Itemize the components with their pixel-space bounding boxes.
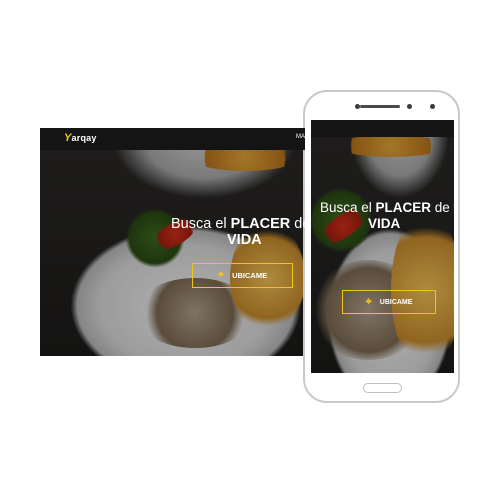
hero-heading: Busca el PLACER de tu bbox=[320, 200, 454, 215]
ubicame-label: UBICAME bbox=[379, 298, 413, 306]
mobile-navbar bbox=[311, 120, 454, 137]
crosshair-target-icon: ⌖ bbox=[365, 295, 372, 308]
phone-frame: Busca el PLACER de tu VIDA ⌖ UBICAME bbox=[303, 90, 460, 403]
brand-logo[interactable]: Yarqay bbox=[64, 132, 97, 144]
ubicame-label: UBICAME bbox=[232, 271, 268, 280]
hero-highlight: PLACER bbox=[375, 200, 432, 215]
nav-link-menu[interactable]: MA bbox=[296, 134, 305, 140]
hero-heading-line2: VIDA bbox=[227, 232, 262, 248]
hero-heading: Busca el PLACER de tu bbox=[171, 216, 305, 232]
phone-speaker bbox=[360, 105, 400, 108]
hero-highlight: PLACER bbox=[230, 216, 291, 232]
navbar: Yarqay MA bbox=[40, 128, 305, 150]
phone-sensor-dot bbox=[407, 104, 412, 109]
phone-front-camera bbox=[430, 104, 435, 109]
ubicame-button[interactable]: ⌖ UBICAME bbox=[192, 263, 293, 288]
hero-heading-line2: VIDA bbox=[368, 216, 401, 231]
ubicame-button[interactable]: ⌖ UBICAME bbox=[342, 290, 436, 314]
mobile-preview: Busca el PLACER de tu VIDA ⌖ UBICAME bbox=[311, 120, 454, 373]
phone-home-button bbox=[363, 383, 402, 393]
crosshair-target-icon: ⌖ bbox=[217, 269, 225, 281]
desktop-preview: Yarqay MA Busca el PLACER de tu VIDA ⌖ U… bbox=[40, 128, 305, 356]
